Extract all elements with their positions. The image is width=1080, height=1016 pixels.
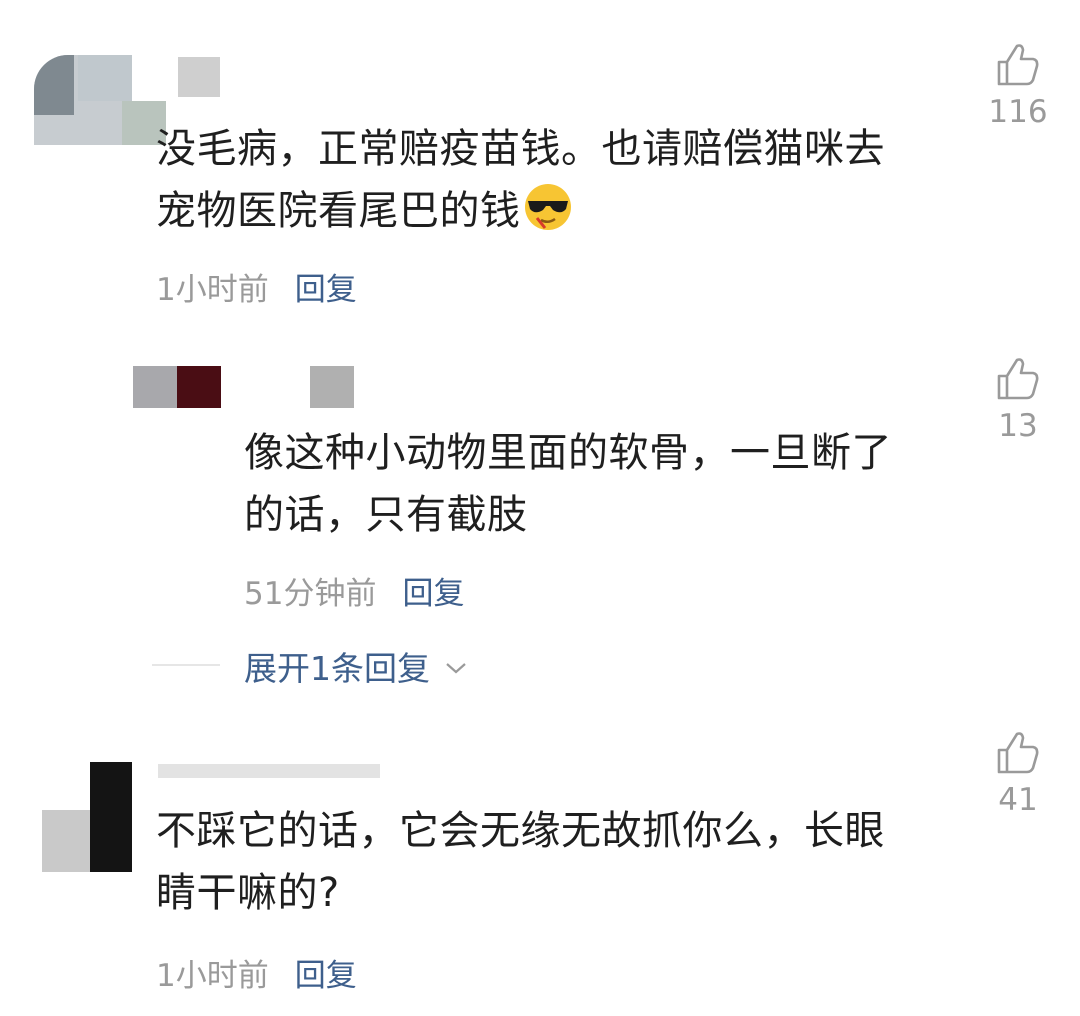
avatar[interactable] [34,55,166,145]
reply-button[interactable]: 回复 [295,958,357,994]
like-button[interactable]: 41 [978,730,1058,818]
comment-item: 没毛病，正常赔疫苗钱。也请赔偿猫咪去 宠物医院看尾巴的钱 1小时前 回复 116 [0,0,1080,320]
comment-meta: 1小时前 回复 [156,264,357,309]
comment-text: 像这种小动物里面的软骨，一旦断了 的话，只有截肢 [244,430,892,538]
avatar[interactable] [133,366,177,408]
reply-button[interactable]: 回复 [402,576,464,612]
expand-replies[interactable]: 展开1条回复 [244,642,471,690]
like-count: 41 [998,782,1038,818]
reply-item: 像这种小动物里面的软骨，一旦断了 的话，只有截肢 51分钟前 回复 13 展开1条… [0,330,1080,700]
comment-item: 不踩它的话，它会无缘无故抓你么，长眼 睛干嘛的? 1小时前 回复 41 [0,720,1080,1016]
divider [152,664,220,666]
thumbs-up-icon [997,358,1039,400]
like-button[interactable]: 13 [978,356,1058,444]
comment-meta: 1小时前 回复 [156,950,357,995]
cool-sunglasses-emoji [523,182,573,232]
thumbs-up-icon [997,44,1039,86]
like-count: 13 [998,408,1038,444]
thumbs-up-icon [997,732,1039,774]
username[interactable] [178,57,220,97]
timestamp: 1小时前 [156,958,269,994]
expand-replies-label: 展开1条回复 [244,649,430,688]
comment-text: 没毛病，正常赔疫苗钱。也请赔偿猫咪去 宠物医院看尾巴的钱 [156,126,885,234]
comment-text: 不踩它的话，它会无缘无故抓你么，长眼 睛干嘛的? [156,808,885,916]
like-count: 116 [988,94,1048,130]
avatar[interactable] [42,762,132,872]
username[interactable] [158,764,380,778]
reply-button[interactable]: 回复 [295,272,357,308]
chevron-down-icon [446,663,466,674]
username[interactable] [310,366,354,408]
timestamp: 51分钟前 [244,576,377,612]
like-button[interactable]: 116 [978,42,1058,130]
comment-meta: 51分钟前 回复 [244,568,464,613]
timestamp: 1小时前 [156,272,269,308]
avatar-part [177,366,221,408]
